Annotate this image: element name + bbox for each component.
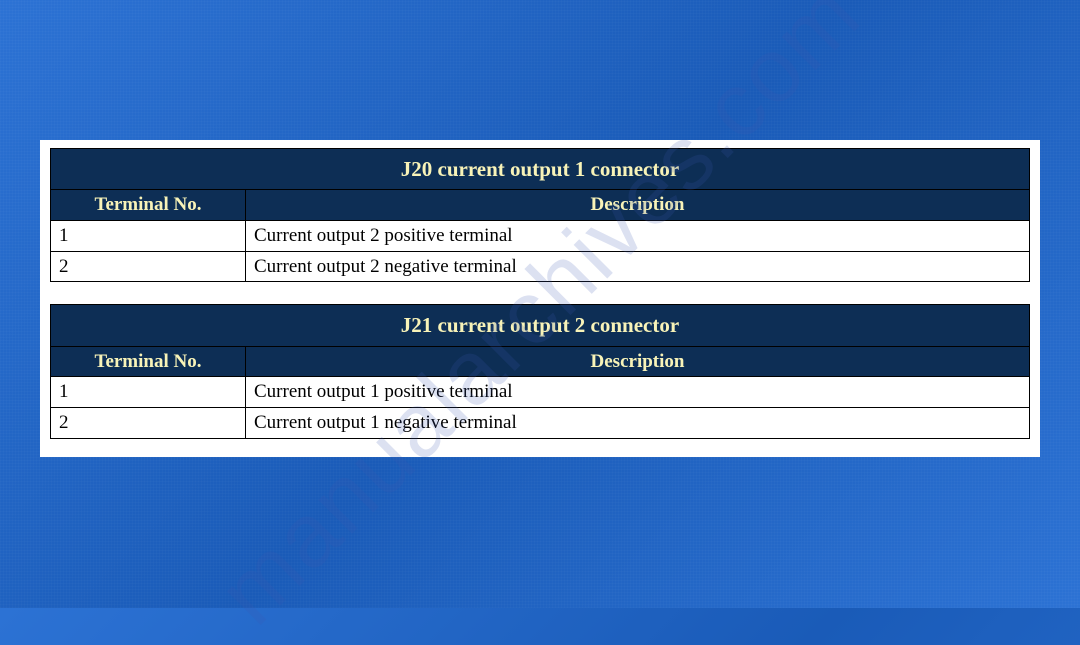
table-title-row: J20 current output 1 connector [51,149,1030,190]
table-title-row: J21 current output 2 connector [51,305,1030,346]
cell-terminal: 2 [51,251,246,282]
table-title: J20 current output 1 connector [51,149,1030,190]
table-header-row: Terminal No. Description [51,190,1030,221]
cell-description: Current output 1 positive terminal [246,377,1030,408]
table-row: 2 Current output 1 negative terminal [51,407,1030,438]
header-description: Description [246,346,1030,377]
table-header-row: Terminal No. Description [51,346,1030,377]
table-title: J21 current output 2 connector [51,305,1030,346]
connector-table-j20: J20 current output 1 connector Terminal … [50,148,1030,282]
cell-terminal: 1 [51,377,246,408]
cell-description: Current output 1 negative terminal [246,407,1030,438]
content-panel: J20 current output 1 connector Terminal … [40,140,1040,457]
header-description: Description [246,190,1030,221]
table-row: 2 Current output 2 negative terminal [51,251,1030,282]
table-row: 1 Current output 2 positive terminal [51,220,1030,251]
cell-terminal: 2 [51,407,246,438]
cell-terminal: 1 [51,220,246,251]
header-terminal: Terminal No. [51,190,246,221]
table-row: 1 Current output 1 positive terminal [51,377,1030,408]
cell-description: Current output 2 positive terminal [246,220,1030,251]
header-terminal: Terminal No. [51,346,246,377]
connector-table-j21: J21 current output 2 connector Terminal … [50,304,1030,438]
cell-description: Current output 2 negative terminal [246,251,1030,282]
